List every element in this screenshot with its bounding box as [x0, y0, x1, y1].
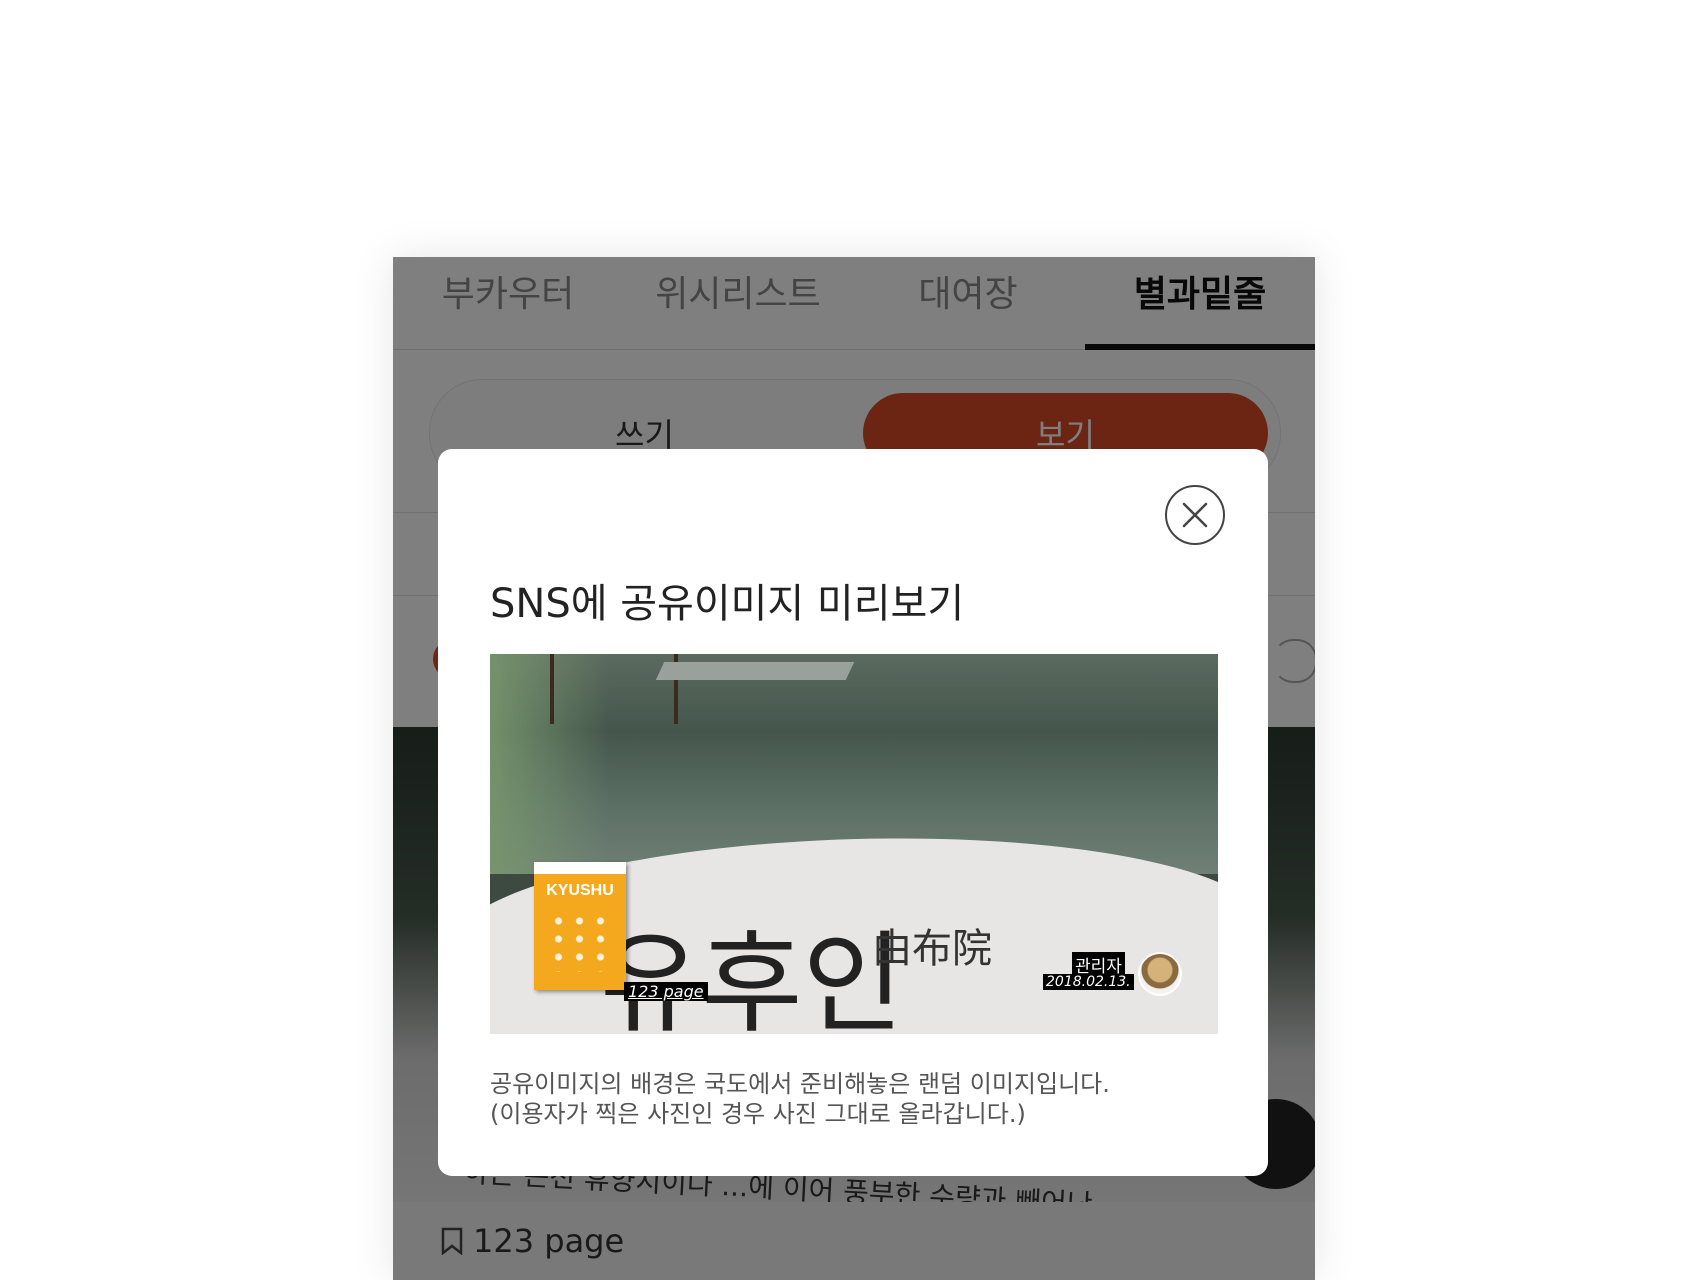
book-title: KYUSHU	[546, 882, 614, 899]
close-icon	[1182, 502, 1208, 528]
close-button[interactable]	[1165, 485, 1225, 545]
preview-kanji-text: 由布院	[872, 926, 992, 972]
preview-dock	[655, 662, 855, 680]
description-line-2: (이용자가 찍은 사진인 경우 사진 그대로 올라갑니다.)	[490, 1100, 1026, 1128]
share-preview-modal: SNS에 공유이미지 미리보기 유후인 由布院 KYUSHU 123 page …	[438, 449, 1268, 1176]
modal-description: 공유이미지의 배경은 국도에서 준비해놓은 랜덤 이미지입니다. (이용자가 찍…	[490, 1069, 1110, 1129]
description-line-1: 공유이미지의 배경은 국도에서 준비해놓은 랜덤 이미지입니다.	[490, 1070, 1110, 1098]
book-cover-pattern	[548, 912, 612, 972]
book-cover: KYUSHU	[534, 862, 626, 990]
preview-page-label: 123 page	[624, 982, 708, 1001]
share-image-preview: 유후인 由布院 KYUSHU 123 page 관리자 2018.02.13.	[490, 654, 1218, 1034]
preview-railing	[550, 654, 678, 724]
modal-title: SNS에 공유이미지 미리보기	[490, 581, 965, 627]
preview-big-text: 유후인	[600, 920, 904, 1034]
author-date: 2018.02.13.	[1043, 974, 1134, 990]
avatar	[1138, 952, 1182, 996]
